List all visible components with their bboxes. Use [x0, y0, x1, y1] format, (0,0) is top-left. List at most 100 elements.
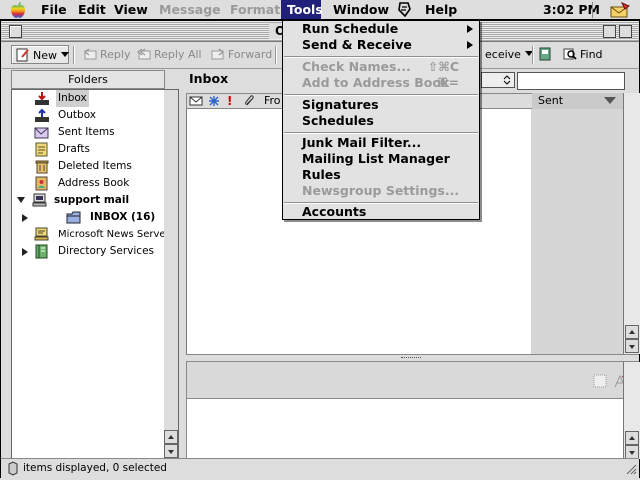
send-receive-button[interactable]: eceive — [481, 45, 537, 64]
pane-splitter[interactable] — [186, 354, 639, 362]
resize-grip-icon[interactable] — [623, 461, 637, 475]
folder-label: INBOX (16) — [90, 211, 156, 223]
menu-item-label: Junk Mail Filter... — [302, 135, 422, 150]
message-list-scrollbar[interactable] — [623, 93, 640, 354]
menu-item-label: Rules — [302, 167, 341, 182]
address-card-icon[interactable] — [593, 374, 607, 388]
scroll-up-arrow-icon[interactable] — [164, 430, 178, 444]
folder-list-scrollbar[interactable] — [164, 89, 179, 459]
folder-label: Sent Items — [58, 126, 115, 138]
menu-item-signatures[interactable]: Signatures — [283, 97, 479, 113]
reply-icon — [83, 47, 97, 61]
reply-all-label: Reply All — [154, 48, 202, 61]
menu-item-label: Schedules — [302, 113, 374, 128]
script-icon[interactable] — [397, 1, 413, 18]
menu-bar: File Edit View Message Format Tools Wind… — [0, 0, 640, 20]
scroll-down-arrow-icon[interactable] — [625, 339, 639, 353]
send-receive-label: eceive — [485, 48, 521, 61]
search-input[interactable] — [517, 72, 625, 90]
reply-all-button[interactable]: Reply All — [133, 45, 206, 64]
sort-descending-icon — [604, 97, 616, 104]
scroll-down-arrow-icon[interactable] — [625, 445, 639, 459]
status-text: items displayed, 0 selected — [23, 462, 167, 474]
menu-item-run-schedule[interactable]: Run Schedule — [283, 21, 479, 37]
zoom-box-icon[interactable] — [603, 25, 616, 38]
mailbox-title: Inbox — [189, 71, 229, 86]
scroll-up-arrow-icon[interactable] — [625, 431, 639, 445]
folder-drafts[interactable]: Drafts — [12, 141, 164, 158]
address-book-icon — [34, 176, 50, 191]
menu-item-label: Signatures — [302, 97, 379, 112]
menu-item-newsgroup-settings[interactable]: Newsgroup Settings... — [283, 183, 479, 199]
menu-item-send-receive[interactable]: Send & Receive — [283, 37, 479, 53]
collapse-box-icon[interactable] — [619, 25, 632, 38]
menu-item-label: Add to Address Book — [302, 75, 450, 90]
folder-deleted-items[interactable]: Deleted Items — [12, 158, 164, 175]
menu-item-label: Send & Receive — [302, 37, 412, 52]
menu-view[interactable]: View — [106, 0, 156, 19]
scroll-down-arrow-icon[interactable] — [164, 444, 178, 458]
forward-button[interactable]: Forward — [207, 45, 276, 64]
menu-item-rules[interactable]: Rules — [283, 167, 479, 183]
attachment-column-icon[interactable] — [244, 95, 256, 107]
menu-shortcut: ⌘= — [436, 75, 459, 90]
priority-column-icon[interactable]: ! — [227, 94, 232, 108]
reply-button[interactable]: Reply — [79, 45, 134, 64]
splitter-grip-icon — [401, 357, 421, 360]
folder-imap-inbox[interactable]: INBOX (16) — [12, 209, 164, 226]
menu-tools[interactable]: Tools — [281, 0, 323, 19]
disclosure-triangle-icon[interactable] — [22, 214, 28, 222]
folder-icon — [66, 210, 82, 225]
drafts-icon — [34, 142, 50, 157]
disclosure-triangle-icon[interactable] — [17, 197, 25, 203]
preview-scrollbar[interactable] — [623, 362, 640, 459]
dropdown-arrow-icon — [61, 52, 69, 57]
connection-status-icon[interactable] — [7, 461, 19, 476]
close-box-icon[interactable] — [9, 25, 22, 38]
menu-format[interactable]: Format — [222, 0, 288, 19]
menu-divider — [284, 202, 478, 203]
reply-all-icon — [137, 47, 151, 61]
folder-address-book[interactable]: Address Book — [12, 175, 164, 192]
account-news-server[interactable]: Microsoft News Server — [12, 226, 164, 243]
tools-menu-dropdown: Run Schedule Send & Receive Check Names.… — [282, 20, 480, 220]
search-scope-popup[interactable] — [481, 72, 515, 88]
menu-item-schedules[interactable]: Schedules — [283, 113, 479, 129]
folder-label: Deleted Items — [58, 160, 132, 172]
menu-item-mailing-list-manager[interactable]: Mailing List Manager — [283, 151, 479, 167]
new-label: New — [33, 49, 57, 62]
computer-icon — [32, 193, 48, 208]
online-status-column-icon[interactable] — [207, 95, 221, 107]
menu-help[interactable]: Help — [417, 0, 465, 19]
account-directory-services[interactable]: Directory Services — [12, 243, 164, 260]
from-column-header[interactable]: Fro — [264, 94, 281, 108]
new-message-button[interactable]: New — [11, 45, 69, 64]
message-status-column-icon[interactable] — [189, 95, 203, 107]
window-zoom-controls[interactable] — [603, 25, 633, 38]
preview-pane[interactable] — [186, 398, 624, 460]
menu-window[interactable]: Window — [325, 0, 397, 19]
reply-label: Reply — [100, 48, 131, 61]
menu-item-accounts[interactable]: Accounts — [283, 204, 479, 220]
menu-message[interactable]: Message — [151, 0, 229, 19]
scroll-up-arrow-icon[interactable] — [625, 325, 639, 339]
account-support-mail[interactable]: support mail — [12, 192, 164, 209]
folder-inbox[interactable]: Inbox — [12, 90, 164, 107]
menu-item-label: Newsgroup Settings... — [302, 183, 460, 198]
folder-label: Microsoft News Server — [58, 229, 165, 240]
outlook-express-icon[interactable] — [608, 1, 632, 19]
apple-logo-icon[interactable] — [8, 1, 30, 19]
menu-file[interactable]: File — [33, 0, 75, 19]
toolbar-separator — [532, 46, 533, 64]
menu-item-add-to-address-book[interactable]: Add to Address Book ⌘= — [283, 75, 479, 91]
menu-item-junk-mail-filter[interactable]: Junk Mail Filter... — [283, 135, 479, 151]
folder-outbox[interactable]: Outbox — [12, 107, 164, 124]
address-book-button[interactable] — [537, 45, 556, 64]
menu-item-label: Check Names... — [302, 59, 411, 74]
folder-sent-items[interactable]: Sent Items — [12, 124, 164, 141]
sent-items-icon — [34, 125, 50, 140]
menu-item-label: Mailing List Manager — [302, 151, 450, 166]
find-button[interactable]: Find — [559, 45, 607, 64]
disclosure-triangle-icon[interactable] — [22, 248, 28, 256]
menu-item-check-names[interactable]: Check Names... ⇧⌘C — [283, 59, 479, 75]
